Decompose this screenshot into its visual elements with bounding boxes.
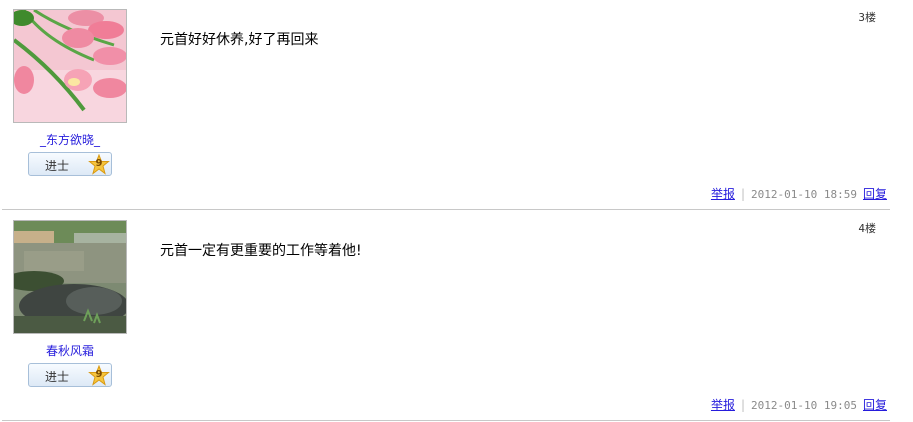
separator: | <box>740 398 746 412</box>
post-floor-4: 春秋风霜 进士 9 元首一定有更重要的工作等着他! 4楼 举报 | 2012-01-… <box>0 211 890 422</box>
post-timestamp: 2012-01-10 18:59 <box>751 188 857 201</box>
username-link[interactable]: 春秋风霜 <box>0 342 140 359</box>
floor-number: 3楼 <box>858 11 876 24</box>
avatar-tulips-image <box>14 10 126 122</box>
post-content: 元首一定有更重要的工作等着他! <box>160 243 362 259</box>
report-link[interactable]: 举报 <box>711 398 735 412</box>
username-link[interactable]: _东方欲晓_ <box>0 131 140 148</box>
badge-title: 进士 <box>45 370 70 384</box>
separator: | <box>740 187 746 201</box>
post-footer: 举报 | 2012-01-10 18:59 回复 <box>711 185 887 202</box>
badge-level: 9 <box>95 158 103 169</box>
badge-title: 进士 <box>45 159 70 173</box>
report-link[interactable]: 举报 <box>711 187 735 201</box>
post-footer: 举报 | 2012-01-10 19:05 回复 <box>711 396 887 413</box>
post-divider <box>2 209 890 210</box>
post-content: 元首好好休养,好了再回来 <box>160 32 319 48</box>
avatar[interactable] <box>13 9 127 123</box>
level-badge[interactable]: 进士 9 <box>28 363 112 387</box>
badge-level: 9 <box>95 369 103 380</box>
reply-link[interactable]: 回复 <box>863 398 887 412</box>
post-divider <box>2 420 890 421</box>
avatar-landscape-image <box>14 221 126 333</box>
post-timestamp: 2012-01-10 19:05 <box>751 399 857 412</box>
reply-link[interactable]: 回复 <box>863 187 887 201</box>
level-badge[interactable]: 进士 9 <box>28 152 112 176</box>
floor-number: 4楼 <box>858 222 876 235</box>
avatar[interactable] <box>13 220 127 334</box>
post-floor-3: _东方欲晓_ 进士 9 元首好好休养,好了再回来 3楼 举报 | 2012-01-1… <box>0 0 890 211</box>
